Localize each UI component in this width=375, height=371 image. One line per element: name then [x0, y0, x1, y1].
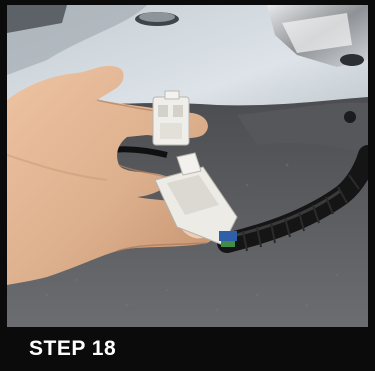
- step-label: STEP 18: [29, 337, 117, 360]
- step-card: STEP 18: [0, 0, 375, 371]
- instruction-photo: [7, 5, 368, 327]
- photo-illustration: [7, 5, 368, 327]
- connector-upper: [152, 90, 190, 146]
